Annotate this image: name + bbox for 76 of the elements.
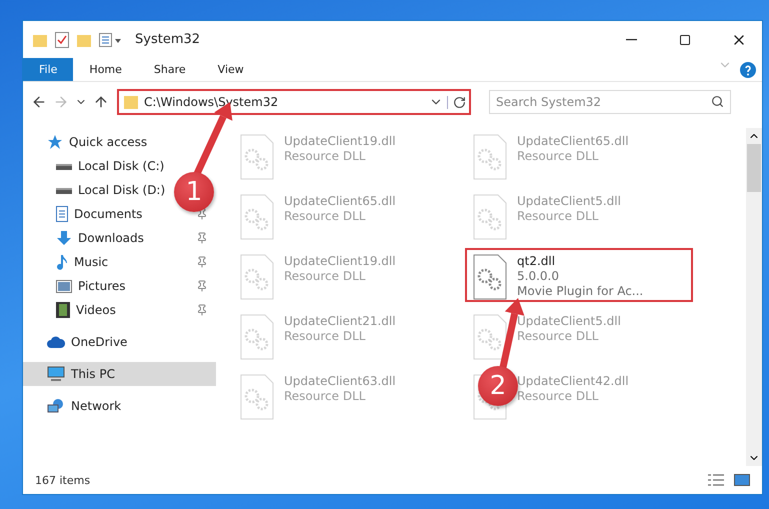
ribbon-tab[interactable]: View: [202, 58, 260, 81]
file-gear-icon: [473, 314, 507, 360]
file-detail: Resource DLL: [284, 149, 366, 163]
sidebar-item[interactable]: Music: [74, 255, 108, 269]
image-icon: [56, 280, 72, 292]
file-name: UpdateClient42.dll: [517, 374, 629, 388]
folder-icon: [33, 32, 47, 46]
sidebar-item[interactable]: This PC: [71, 367, 115, 381]
sidebar-item[interactable]: Local Disk (D:): [78, 183, 166, 197]
file-gear-icon: [473, 254, 507, 300]
file-name: UpdateClient19.dll: [284, 134, 396, 148]
file-gear-icon: [240, 314, 274, 360]
file-detail: Resource DLL: [284, 329, 366, 343]
sidebar-item[interactable]: Pictures: [78, 279, 126, 293]
search-field[interactable]: Search System32: [489, 90, 731, 114]
star-icon: [47, 134, 63, 150]
address-bar[interactable]: C:\Windows\System32: [117, 89, 471, 115]
sidebar-item[interactable]: Documents: [74, 207, 142, 221]
details-view-icon[interactable]: [708, 474, 724, 486]
file-detail: Resource DLL: [284, 269, 366, 283]
file-detail: Resource DLL: [517, 329, 600, 343]
properties-icon[interactable]: [55, 32, 69, 48]
file-gear-icon: [473, 134, 507, 180]
file-detail: Resource DLL: [284, 389, 366, 403]
file-name: UpdateClient5.dll: [517, 194, 621, 208]
cloud-icon: [47, 336, 65, 348]
file-name: qt2.dll: [517, 254, 556, 268]
monitor-icon: [47, 366, 65, 382]
file-gear-icon: [473, 194, 507, 240]
file-gear-icon: [240, 254, 274, 300]
file-gear-icon: [240, 374, 274, 420]
item-count: 167 items: [35, 474, 90, 486]
sidebar-item[interactable]: Local Disk (C:): [78, 159, 164, 173]
up-button[interactable]: [93, 94, 109, 110]
file-detail: Resource DLL: [517, 209, 600, 223]
ribbon-tab[interactable]: Home: [73, 58, 138, 81]
sidebar-item[interactable]: Network: [71, 399, 122, 413]
scrollbar[interactable]: [746, 128, 762, 466]
sidebar-item[interactable]: OneDrive: [71, 335, 128, 349]
file-detail: Resource DLL: [284, 209, 366, 223]
minimize-icon: [626, 38, 636, 40]
document-icon: [56, 206, 68, 222]
drive-icon: [56, 161, 72, 171]
file-name: UpdateClient5.dll: [517, 314, 621, 328]
help-icon[interactable]: [740, 62, 756, 78]
ribbon-tab[interactable]: Share: [138, 58, 202, 81]
window-title: System32: [135, 32, 202, 47]
sidebar-item[interactable]: Videos: [76, 303, 116, 317]
file-detail: 5.0.0.0: [517, 269, 560, 283]
file-name: UpdateClient21.dll: [284, 314, 396, 328]
file-name: UpdateClient65.dll: [284, 194, 396, 208]
address-path: C:\Windows\System32: [144, 95, 280, 109]
drive-icon: [56, 185, 72, 195]
scroll-thumb[interactable]: [747, 144, 761, 192]
back-button[interactable]: [31, 94, 47, 110]
ribbon-tab[interactable]: File: [23, 58, 74, 81]
file-name: UpdateClient65.dll: [517, 134, 629, 148]
file-name: UpdateClient19.dll: [284, 254, 396, 268]
folder-icon: [124, 95, 138, 109]
file-detail: Resource DLL: [517, 149, 600, 163]
network-icon: [47, 398, 65, 414]
sidebar-item[interactable]: Downloads: [78, 231, 144, 245]
customize-toolbar-icon[interactable]: [99, 32, 123, 46]
file-item[interactable]: qt2.dll 5.0.0.0 Movie Plugin for Ac...: [465, 248, 693, 302]
file-detail: Movie Plugin for Ac...: [517, 284, 644, 298]
search-icon: [711, 95, 724, 108]
sidebar-item[interactable]: Quick access: [69, 135, 148, 149]
file-name: UpdateClient63.dll: [284, 374, 396, 388]
maximize-icon: [679, 34, 691, 46]
music-note-icon: [56, 254, 68, 270]
refresh-icon[interactable]: [447, 96, 467, 108]
file-gear-icon: [240, 134, 274, 180]
file-detail: Resource DLL: [517, 389, 600, 403]
file-gear-icon: [240, 194, 274, 240]
film-icon: [56, 302, 70, 318]
down-arrow-icon: [56, 230, 72, 246]
